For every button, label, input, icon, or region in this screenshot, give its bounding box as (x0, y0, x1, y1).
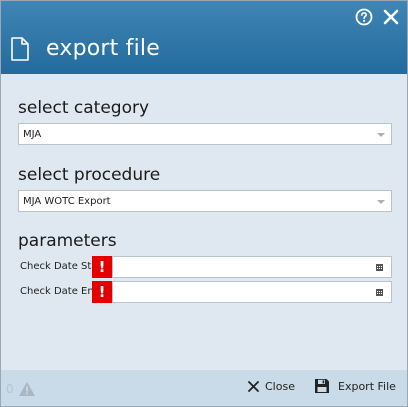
dialog-body: select category MJA select procedure MJA… (1, 74, 407, 370)
dialog-footer: 0 Close Export File (1, 370, 407, 406)
calendar-icon[interactable] (376, 289, 383, 296)
check-date-start-input[interactable] (112, 256, 392, 278)
close-icon (248, 381, 259, 392)
parameters-label: parameters (18, 231, 117, 251)
category-label: select category (18, 98, 150, 118)
save-disk-icon (315, 379, 329, 393)
chevron-down-icon (377, 133, 385, 137)
close-icon[interactable] (383, 9, 399, 25)
export-file-dialog: export file select category MJA select p… (0, 0, 408, 407)
window-buttons (355, 8, 399, 26)
category-selected-value: MJA (23, 129, 42, 140)
required-warning-badge: ! (92, 256, 112, 278)
param-row-check-date-end: Check Date End ! (18, 281, 392, 303)
procedure-select[interactable]: MJA WOTC Export (18, 190, 392, 212)
chevron-down-icon (377, 200, 385, 204)
category-select[interactable]: MJA (18, 123, 392, 145)
dialog-header: export file (1, 1, 407, 74)
warning-triangle-icon[interactable] (18, 381, 36, 397)
export-file-button[interactable]: Export File (314, 378, 396, 394)
dialog-title: export file (46, 36, 160, 61)
param-label: Check Date End (20, 286, 94, 297)
param-row-check-date-start: Check Date Start ! (18, 256, 392, 278)
close-button-label: Close (265, 380, 295, 393)
close-button[interactable]: Close (248, 380, 295, 393)
param-label: Check Date Start (20, 261, 94, 272)
procedure-selected-value: MJA WOTC Export (23, 196, 111, 207)
warning-count: 0 (6, 382, 14, 396)
export-file-button-label: Export File (338, 379, 396, 393)
procedure-label: select procedure (18, 165, 161, 185)
file-icon (11, 36, 29, 61)
calendar-icon[interactable] (376, 264, 383, 271)
check-date-end-input[interactable] (112, 281, 392, 303)
required-warning-badge: ! (92, 281, 112, 303)
help-circle-icon[interactable] (355, 8, 373, 26)
title-area: export file (11, 36, 160, 61)
